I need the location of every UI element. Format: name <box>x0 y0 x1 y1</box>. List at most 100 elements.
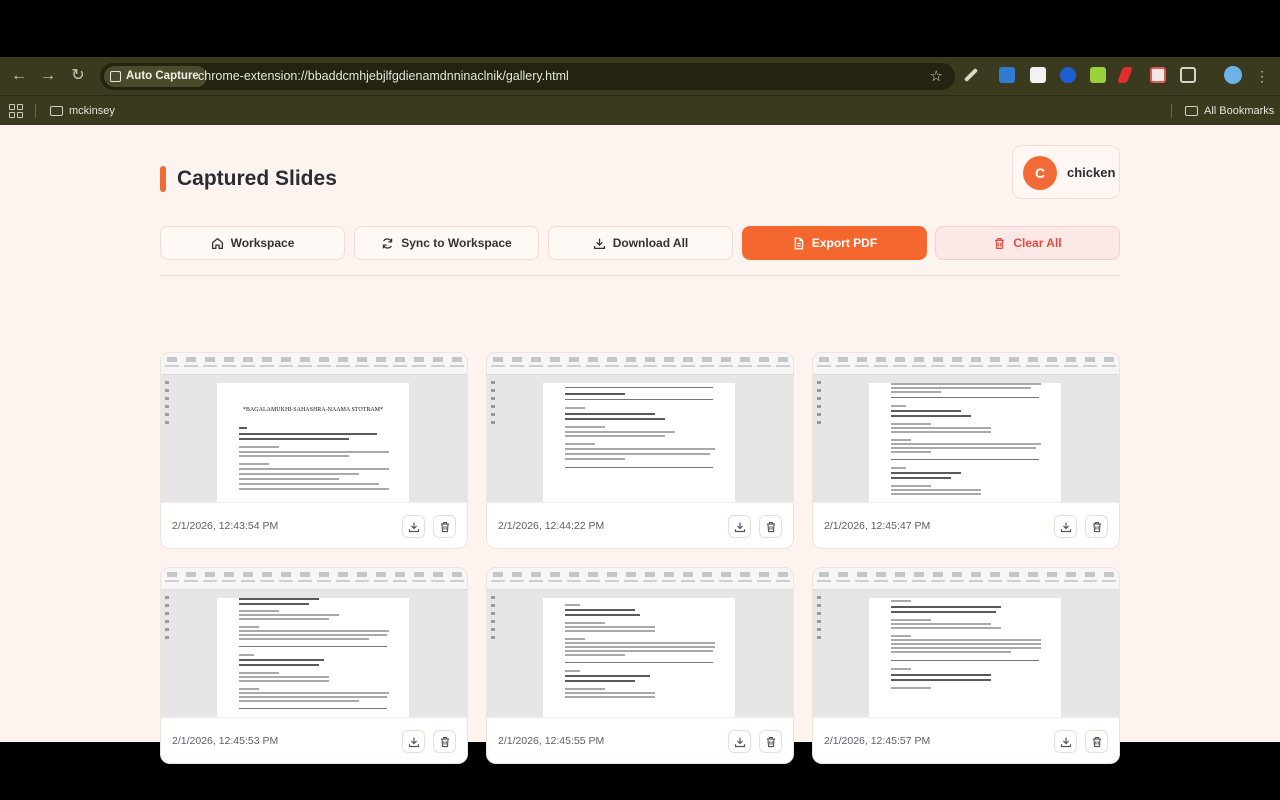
slide-thumbnail[interactable] <box>487 353 793 503</box>
download-slide-button[interactable] <box>1054 515 1077 538</box>
download-icon <box>734 522 745 532</box>
download-slide-button[interactable] <box>1054 730 1077 753</box>
slide-thumbnail[interactable]: *BAGALAMUKHI-SAHASHRA-NAAMA STOTRAM* <box>161 353 467 503</box>
url-text[interactable]: chrome-extension://bbaddcmhjebjlfgdienam… <box>198 63 569 90</box>
trash-icon <box>766 521 775 532</box>
bookmark-mckinsey[interactable]: mckinsey <box>50 96 115 126</box>
gallery-page: Captured Slides C chicken Workspace Sync… <box>0 125 1280 764</box>
delete-slide-button[interactable] <box>433 515 456 538</box>
extensions-puzzle-icon[interactable] <box>1180 67 1196 83</box>
thumbnail-toolbar <box>161 353 467 375</box>
capture-timestamp: 2/1/2026, 12:45:55 PM <box>498 735 605 747</box>
section-divider <box>160 275 1120 276</box>
bookmark-star-icon[interactable]: ☆ <box>930 67 943 85</box>
slide-thumbnail[interactable] <box>813 568 1119 718</box>
extension-blue-icon[interactable] <box>999 67 1015 83</box>
workspace-label: Workspace <box>230 236 295 250</box>
clear-all-button[interactable]: Clear All <box>935 226 1120 260</box>
extension-capture-icon[interactable] <box>1150 67 1166 83</box>
trash-icon <box>1092 736 1101 747</box>
profile-avatar-icon[interactable] <box>1224 66 1242 84</box>
capture-timestamp: 2/1/2026, 12:45:53 PM <box>172 735 279 747</box>
address-bar[interactable]: Auto Capture chrome-extension://bbaddcmh… <box>100 63 955 90</box>
thumbnail-sidebar <box>161 590 179 717</box>
slide-card[interactable]: 2/1/2026, 12:45:57 PM <box>812 567 1120 764</box>
download-icon <box>408 737 419 747</box>
user-card[interactable]: C chicken <box>1012 145 1120 199</box>
download-icon <box>1060 737 1071 747</box>
download-icon <box>408 522 419 532</box>
extension-shield-icon[interactable] <box>1060 67 1076 83</box>
apps-grid-icon[interactable] <box>9 104 23 118</box>
export-pdf-button[interactable]: Export PDF <box>742 226 927 260</box>
capture-timestamp: 2/1/2026, 12:43:54 PM <box>172 520 279 532</box>
bookmarks-divider <box>35 104 36 118</box>
card-footer: 2/1/2026, 12:45:47 PM <box>813 503 1119 548</box>
download-slide-button[interactable] <box>402 730 425 753</box>
capture-timestamp: 2/1/2026, 12:45:47 PM <box>824 520 931 532</box>
slide-card[interactable]: 2/1/2026, 12:45:55 PM <box>486 567 794 764</box>
download-all-label: Download All <box>612 236 689 250</box>
export-pdf-label: Export PDF <box>811 236 878 250</box>
extension-green-icon[interactable] <box>1090 67 1106 83</box>
trash-icon <box>440 736 449 747</box>
download-slide-button[interactable] <box>402 515 425 538</box>
browser-menu-icon[interactable]: ⋮ <box>1252 66 1272 86</box>
trash-icon <box>995 237 1005 249</box>
delete-slide-button[interactable] <box>759 515 782 538</box>
eyedropper-icon[interactable] <box>963 67 979 83</box>
thumbnail-toolbar <box>161 568 467 590</box>
thumbnail-toolbar <box>487 353 793 375</box>
delete-slide-button[interactable] <box>759 730 782 753</box>
all-bookmarks[interactable]: All Bookmarks <box>1185 96 1274 126</box>
sync-to-workspace-button[interactable]: Sync to Workspace <box>354 226 539 260</box>
delete-slide-button[interactable] <box>1085 515 1108 538</box>
delete-slide-button[interactable] <box>1085 730 1108 753</box>
browser-toolbar: ← → ↻ Auto Capture chrome-extension://bb… <box>0 57 1280 95</box>
all-bookmarks-label: All Bookmarks <box>1204 105 1275 117</box>
slide-card[interactable]: *BAGALAMUKHI-SAHASHRA-NAAMA STOTRAM* 2/1… <box>160 352 468 549</box>
sync-icon <box>383 237 393 249</box>
thumbnail-document <box>543 383 735 502</box>
thumbnail-document <box>869 598 1061 717</box>
slide-card[interactable]: 2/1/2026, 12:45:53 PM <box>160 567 468 764</box>
thumbnail-document <box>543 598 735 717</box>
back-icon[interactable]: ← <box>9 66 29 86</box>
extension-chip[interactable]: Auto Capture <box>104 66 207 87</box>
extension-pen-icon[interactable] <box>1117 67 1133 83</box>
slide-thumbnail[interactable] <box>813 353 1119 503</box>
avatar: C <box>1023 156 1057 190</box>
extension-notion-icon[interactable] <box>1030 67 1046 83</box>
workspace-button[interactable]: Workspace <box>160 226 345 260</box>
slide-thumbnail[interactable] <box>487 568 793 718</box>
slide-thumbnail[interactable] <box>161 568 467 718</box>
forward-icon[interactable]: → <box>38 66 58 86</box>
download-all-button[interactable]: Download All <box>548 226 733 260</box>
home-icon <box>211 237 223 249</box>
bookmarks-divider-right <box>1171 104 1172 118</box>
chip-label: Auto Capture <box>126 70 199 82</box>
thumbnail-sidebar <box>487 590 505 717</box>
delete-slide-button[interactable] <box>433 730 456 753</box>
reload-icon[interactable]: ↻ <box>68 66 88 86</box>
thumbnail-sidebar <box>487 375 505 502</box>
folder-icon <box>50 106 63 116</box>
thumbnail-toolbar <box>813 353 1119 375</box>
card-footer: 2/1/2026, 12:45:53 PM <box>161 718 467 763</box>
download-slide-button[interactable] <box>728 515 751 538</box>
trash-icon <box>766 736 775 747</box>
thumbnail-document: *BAGALAMUKHI-SAHASHRA-NAAMA STOTRAM* <box>217 383 409 502</box>
thumbnail-toolbar <box>487 568 793 590</box>
card-footer: 2/1/2026, 12:43:54 PM <box>161 503 467 548</box>
card-footer: 2/1/2026, 12:45:57 PM <box>813 718 1119 763</box>
browser-window: ← → ↻ Auto Capture chrome-extension://bb… <box>0 57 1280 764</box>
slide-card[interactable]: 2/1/2026, 12:45:47 PM <box>812 352 1120 549</box>
capture-timestamp: 2/1/2026, 12:44:22 PM <box>498 520 605 532</box>
title-accent-bar <box>160 166 166 192</box>
folder-icon <box>1185 106 1198 116</box>
thumbnail-document <box>217 598 409 717</box>
download-slide-button[interactable] <box>728 730 751 753</box>
card-footer: 2/1/2026, 12:45:55 PM <box>487 718 793 763</box>
document-title: *BAGALAMUKHI-SAHASHRA-NAAMA STOTRAM* <box>242 407 384 413</box>
slide-card[interactable]: 2/1/2026, 12:44:22 PM <box>486 352 794 549</box>
